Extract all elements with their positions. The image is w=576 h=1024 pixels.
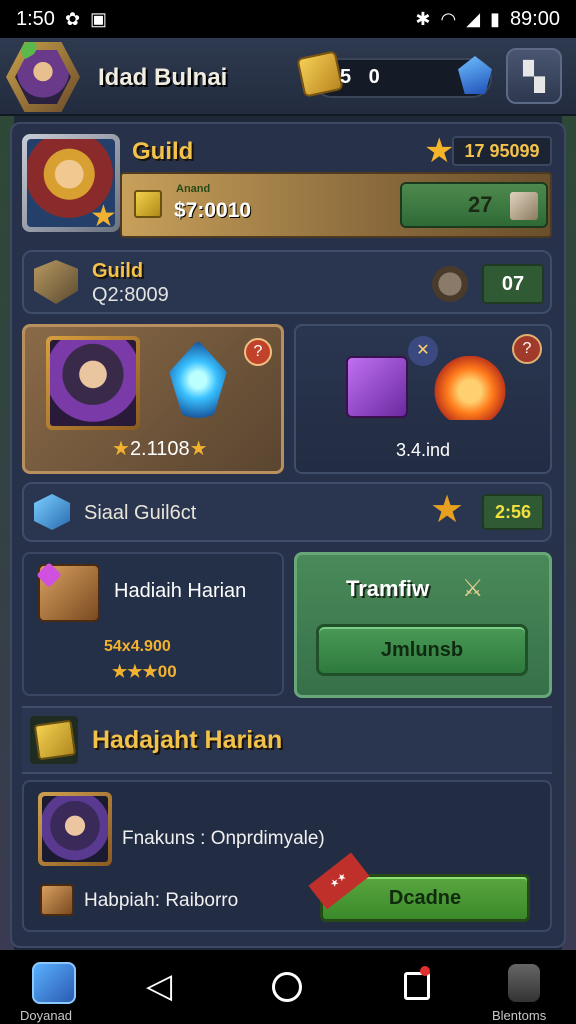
notification-icon: ✿ bbox=[64, 8, 81, 29]
game-app-icon[interactable] bbox=[32, 962, 76, 1004]
nav-right-label: Blentoms bbox=[492, 1008, 547, 1023]
hero-portrait-image bbox=[50, 340, 136, 426]
grid-menu-icon: ▚ bbox=[523, 60, 545, 92]
sword-icon: ⚔ bbox=[462, 575, 484, 602]
special-guild-value: 2:56 bbox=[482, 494, 544, 530]
daily-reward-stars: ★★★00 bbox=[112, 662, 177, 681]
home-icon[interactable] bbox=[272, 972, 302, 1002]
event-2-value: 3.4.ind bbox=[396, 440, 451, 460]
back-icon[interactable]: ◁ bbox=[146, 968, 172, 1004]
tramfiw-button-label: Jmlunsb bbox=[380, 639, 464, 661]
notification-dot bbox=[420, 966, 430, 976]
status-time: 1:50 bbox=[16, 7, 55, 30]
star-icon: ★ bbox=[430, 489, 465, 531]
app-icon[interactable] bbox=[508, 964, 540, 1002]
guild-money: $7:0010 bbox=[174, 199, 252, 222]
status-bar: 1:50 ✿ ▣ ✱ ◠ ◢ ▮ 89:00 bbox=[0, 0, 576, 38]
currency-value: 5 0 bbox=[340, 66, 386, 88]
claim-button-label: Dcadne bbox=[388, 887, 462, 909]
event-1-value: 2.1108 bbox=[129, 438, 190, 460]
guild-value-button-label: 27 bbox=[468, 192, 493, 217]
player-name: Idad Bulnai bbox=[98, 64, 228, 91]
guild-row-value: 07 bbox=[482, 264, 544, 304]
purple-chest-icon bbox=[346, 356, 408, 418]
bluetooth-icon: ✱ bbox=[415, 8, 431, 29]
hero-portrait bbox=[46, 336, 140, 430]
grid-menu-button[interactable]: ▚ bbox=[506, 48, 562, 104]
wifi-icon: ◠ bbox=[440, 8, 457, 29]
event-1-stars: ★2.1108★ bbox=[112, 438, 208, 460]
crossed-swords-icon: ✕ bbox=[408, 336, 438, 366]
guild-row-subtitle: Q2:8009 bbox=[92, 284, 169, 306]
daily-reward-value: 54x4.900 bbox=[104, 638, 171, 655]
hero-portrait-image bbox=[42, 796, 108, 862]
recent-apps-icon[interactable] bbox=[404, 972, 430, 1000]
status-right-text: 89:00 bbox=[509, 7, 560, 30]
nav-left-label: Doyanad bbox=[20, 1008, 73, 1023]
star-icon: ★ bbox=[90, 200, 117, 233]
tramfiw-title: Tramfiw bbox=[346, 576, 430, 601]
reward-detail-line-1: Fnakuns : Onprdimyale) bbox=[122, 828, 325, 849]
top-bar: Idad Bulnai 5 0 ▚ bbox=[0, 38, 576, 116]
guild-row-title: Guild bbox=[92, 260, 144, 282]
event-2-badge[interactable]: ? bbox=[512, 334, 542, 364]
daily-reward-stars-value: 00 bbox=[157, 662, 177, 681]
bag-icon bbox=[432, 266, 468, 302]
guild-small-label: Anand bbox=[176, 183, 211, 195]
tramfiw-button[interactable]: Jmlunsb bbox=[316, 624, 528, 676]
gold-cube-icon bbox=[33, 719, 77, 761]
reward-detail-line-2: Habpiah: Raiborro bbox=[84, 890, 239, 911]
guild-title: Guild bbox=[132, 138, 194, 165]
guild-rank-value: 17 95099 bbox=[452, 136, 552, 166]
fire-orb-icon bbox=[434, 356, 506, 420]
daily-reward-title: Hadiaih Harian bbox=[114, 580, 247, 602]
gold-cube-icon bbox=[296, 50, 344, 98]
news-icon: ▣ bbox=[90, 8, 108, 29]
hero-portrait bbox=[38, 792, 112, 866]
box-icon bbox=[510, 192, 538, 220]
chest-icon bbox=[40, 884, 74, 916]
daily-reward-header-title: Hadajaht Harian bbox=[92, 726, 283, 754]
event-1-badge[interactable]: ? bbox=[244, 338, 272, 366]
player-avatar[interactable] bbox=[6, 42, 80, 112]
battery-icon: ▮ bbox=[490, 8, 500, 29]
signal-icon: ◢ bbox=[466, 8, 481, 29]
special-guild-label: Siaal Guil6ct bbox=[84, 502, 197, 524]
gold-cube-icon bbox=[134, 190, 162, 218]
